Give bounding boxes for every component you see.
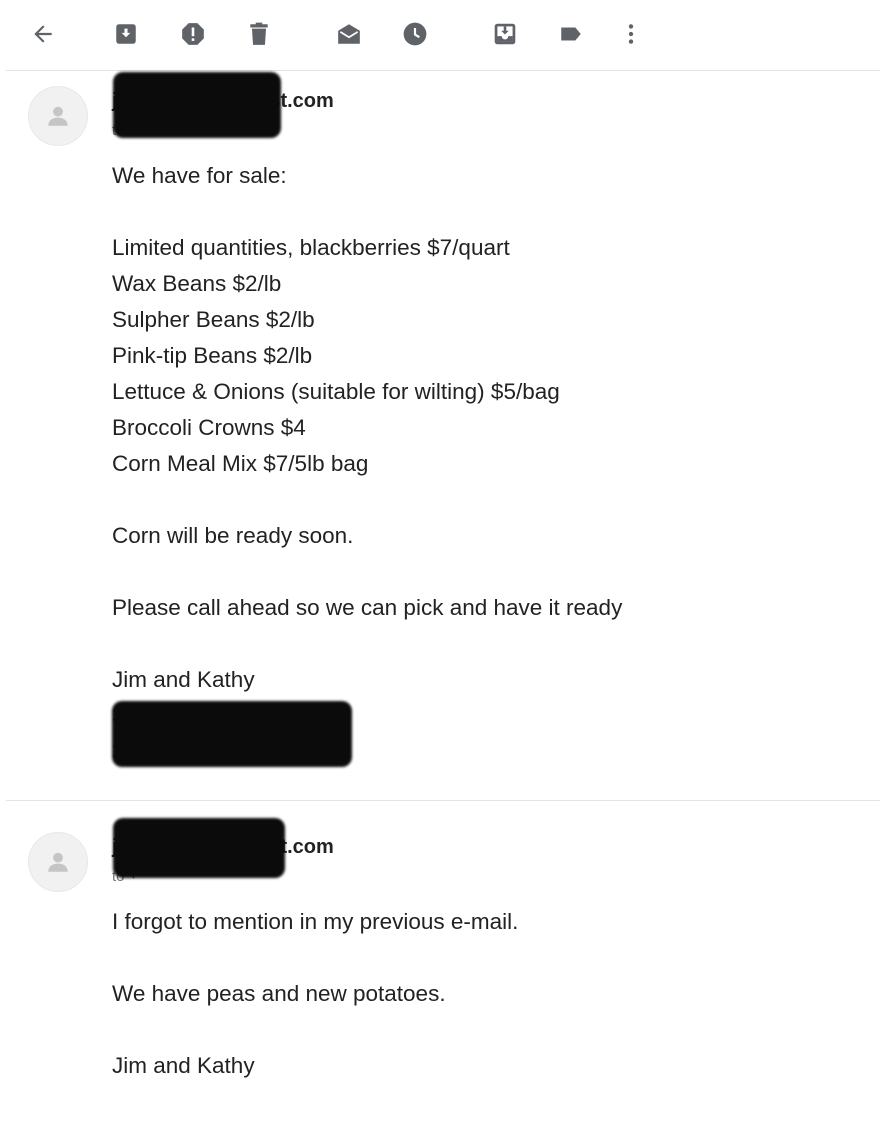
body-line: Pink-tip Beans $2/lb: [112, 343, 313, 368]
body-line: Corn will be ready soon.: [112, 523, 354, 548]
person-icon: [48, 852, 68, 872]
redaction-mark: [112, 701, 352, 767]
back-button[interactable]: [27, 18, 59, 50]
mail-open-icon: [338, 24, 360, 44]
body-line: We have peas and new potatoes.: [112, 981, 446, 1006]
body-line: Broccoli Crowns $4: [112, 415, 306, 440]
avatar[interactable]: [28, 832, 88, 892]
labels-button[interactable]: [555, 18, 587, 50]
signature-name: Jim and Kathy: [112, 667, 255, 692]
more-vert-icon: [628, 24, 634, 44]
body-line: I forgot to mention in my previous e-mai…: [112, 909, 519, 934]
archive-button[interactable]: [110, 18, 142, 50]
body-line: Corn Meal Mix $7/5lb bag: [112, 451, 369, 476]
delete-button[interactable]: [243, 18, 275, 50]
avatar[interactable]: [28, 86, 88, 146]
label-icon: [561, 27, 581, 41]
body-line: Wax Beans $2/lb: [112, 271, 282, 296]
body-line: We have for sale:: [112, 163, 287, 188]
message-body: I forgot to mention in my previous e-mai…: [112, 904, 518, 1084]
report-icon: [182, 23, 204, 45]
move-to-inbox-icon: [494, 23, 516, 45]
redaction-mark: [113, 818, 285, 878]
move-to-button[interactable]: [489, 18, 521, 50]
toolbar: [0, 0, 880, 70]
arrow-left-icon: [34, 25, 52, 43]
clock-icon: [403, 22, 427, 46]
mark-unread-button[interactable]: [333, 18, 365, 50]
toolbar-divider: [6, 70, 880, 71]
trash-icon: [250, 22, 268, 45]
body-line: Limited quantities, blackberries $7/quar…: [112, 235, 510, 260]
body-line: Lettuce & Onions (suitable for wilting) …: [112, 379, 560, 404]
message-body: We have for sale: Limited quantities, bl…: [112, 158, 622, 770]
signature-name: Jim and Kathy: [112, 1053, 255, 1078]
person-icon: [48, 106, 68, 126]
archive-icon: [116, 24, 136, 44]
report-spam-button[interactable]: [177, 18, 209, 50]
redaction-mark: [113, 72, 281, 138]
body-line: Sulpher Beans $2/lb: [112, 307, 315, 332]
snooze-button[interactable]: [399, 18, 431, 50]
message-divider: [6, 800, 880, 801]
more-button[interactable]: [615, 18, 647, 50]
body-line: Please call ahead so we can pick and hav…: [112, 595, 623, 620]
